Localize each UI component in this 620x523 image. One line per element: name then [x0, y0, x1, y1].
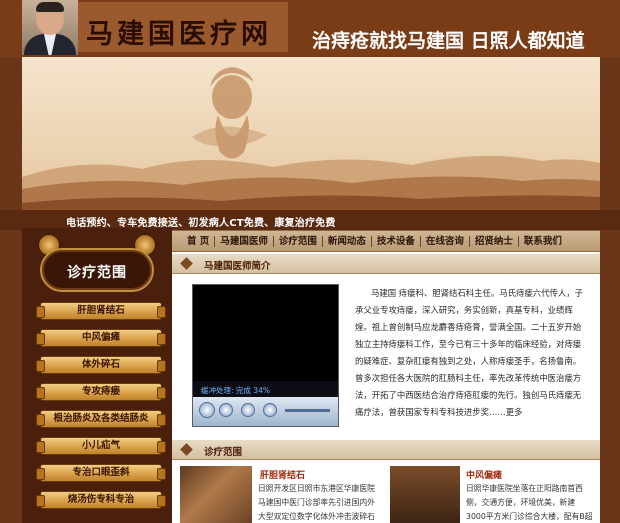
intro-text: 马建国 痔瘘科、胆肾结石科主任。马氏痔瘘六代传人，子承父业专攻痔瘘，深入研究，务…	[355, 288, 584, 417]
banner-notice: 电话预约、专车免费接送、初发病人CT免费、康复治疗免费	[66, 218, 336, 229]
diamond-icon	[180, 443, 193, 456]
more-link[interactable]: ……更多	[489, 407, 523, 417]
previous-icon[interactable]	[241, 403, 255, 417]
case-image[interactable]	[390, 466, 460, 523]
nav-item-jobs[interactable]: 招贤纳士	[468, 235, 518, 247]
stop-icon[interactable]	[219, 403, 233, 417]
nav-item-scope[interactable]: 诊疗范围	[272, 235, 322, 247]
main-content: 马建国医师简介 缓冲处理: 完成 34% 马建国 痔瘘科、胆肾结石科主任。马氏痔…	[172, 252, 600, 523]
main-nav: 首 页 马建国医师 诊疗范围 新闻动态 技术设备 在线咨询 招贤纳士 联系我们	[172, 230, 600, 252]
sidebar-item-gallstones[interactable]: 肝胆肾结石	[36, 302, 166, 320]
site-title: 马建国医疗网	[86, 19, 272, 50]
play-icon[interactable]	[199, 402, 215, 418]
sidebar-header: 诊疗范围	[22, 228, 172, 300]
doctor-portrait	[22, 0, 78, 55]
case-card[interactable]: 肝胆肾结石 日照开发区日照市东港区华康医院马建国中医门诊部率先引进国内外大型双定…	[180, 466, 388, 523]
nav-item-contact[interactable]: 联系我们	[517, 235, 567, 247]
sidebar-item-colitis[interactable]: 根治肠炎及各类结肠炎	[36, 410, 166, 428]
sidebar-title: 诊疗范围	[67, 265, 127, 281]
nav-item-equipment[interactable]: 技术设备	[370, 235, 420, 247]
case-title[interactable]: 中风偏瘫	[466, 468, 502, 481]
nav-item-news[interactable]: 新闻动态	[321, 235, 371, 247]
video-player[interactable]: 缓冲处理: 完成 34%	[192, 284, 339, 427]
sidebar-item-hernia[interactable]: 小儿疝气	[36, 437, 166, 455]
video-screen[interactable]	[193, 285, 338, 381]
case-image[interactable]	[180, 466, 252, 523]
nav-item-consult[interactable]: 在线咨询	[419, 235, 469, 247]
nav-item-home[interactable]: 首 页	[182, 236, 214, 247]
case-text: 日照华康医院坐落在正阳路南首西侧，交通方便，环境优美，新建3000平方米门诊综合…	[466, 484, 593, 521]
sidebar-item-hemorrhoids[interactable]: 专攻痔瘘	[36, 383, 166, 401]
section-title: 诊疗范围	[204, 447, 243, 458]
section-header-scope: 诊疗范围	[172, 440, 600, 460]
volume-slider[interactable]	[285, 409, 330, 412]
sidebar-item-stroke[interactable]: 中风偏瘫	[36, 329, 166, 347]
case-title[interactable]: 肝胆肾结石	[260, 468, 305, 481]
section-title: 马建国医师简介	[204, 261, 271, 272]
page: 马建国医疗网 治痔疮就找马建国 日照人都知道 电话预约、专车免费接送、初发病人C…	[0, 0, 620, 523]
section-header-profile: 马建国医师简介	[172, 254, 600, 274]
sidebar: 诊疗范围 肝胆肾结石 中风偏瘫 体外碎石 专攻痔瘘 根治肠炎及各类结肠炎 小儿疝…	[22, 228, 172, 523]
video-controls	[193, 397, 338, 426]
case-text: 日照开发区日照市东港区华康医院马建国中医门诊部率先引进国内外大型双定位数字化体外…	[258, 484, 375, 521]
doctor-intro: 马建国 痔瘘科、胆肾结石科主任。马氏痔瘘六代传人，子承父业专攻痔瘘，深入研究，务…	[355, 285, 587, 421]
header: 马建国医疗网 治痔疮就找马建国 日照人都知道	[0, 0, 620, 57]
next-icon[interactable]	[263, 403, 277, 417]
case-card[interactable]: 中风偏瘫 日照华康医院坐落在正阳路南首西侧，交通方便，环境优美，新建3000平方…	[384, 466, 600, 523]
banner-image	[22, 57, 600, 217]
sidebar-item-facial[interactable]: 专治口眼歪斜	[36, 464, 166, 482]
diamond-icon	[180, 257, 193, 270]
sidebar-item-lithotripsy[interactable]: 体外碎石	[36, 356, 166, 374]
sidebar-item-burns[interactable]: 烧汤伤专科专治	[36, 491, 166, 509]
header-slogan: 治痔疮就找马建国 日照人都知道	[312, 30, 585, 52]
nav-item-doctor[interactable]: 马建国医师	[214, 235, 273, 247]
sidebar-list: 肝胆肾结石 中风偏瘫 体外碎石 专攻痔瘘 根治肠炎及各类结肠炎 小儿疝气 专治口…	[36, 302, 166, 518]
video-status: 缓冲处理: 完成 34%	[201, 386, 270, 395]
